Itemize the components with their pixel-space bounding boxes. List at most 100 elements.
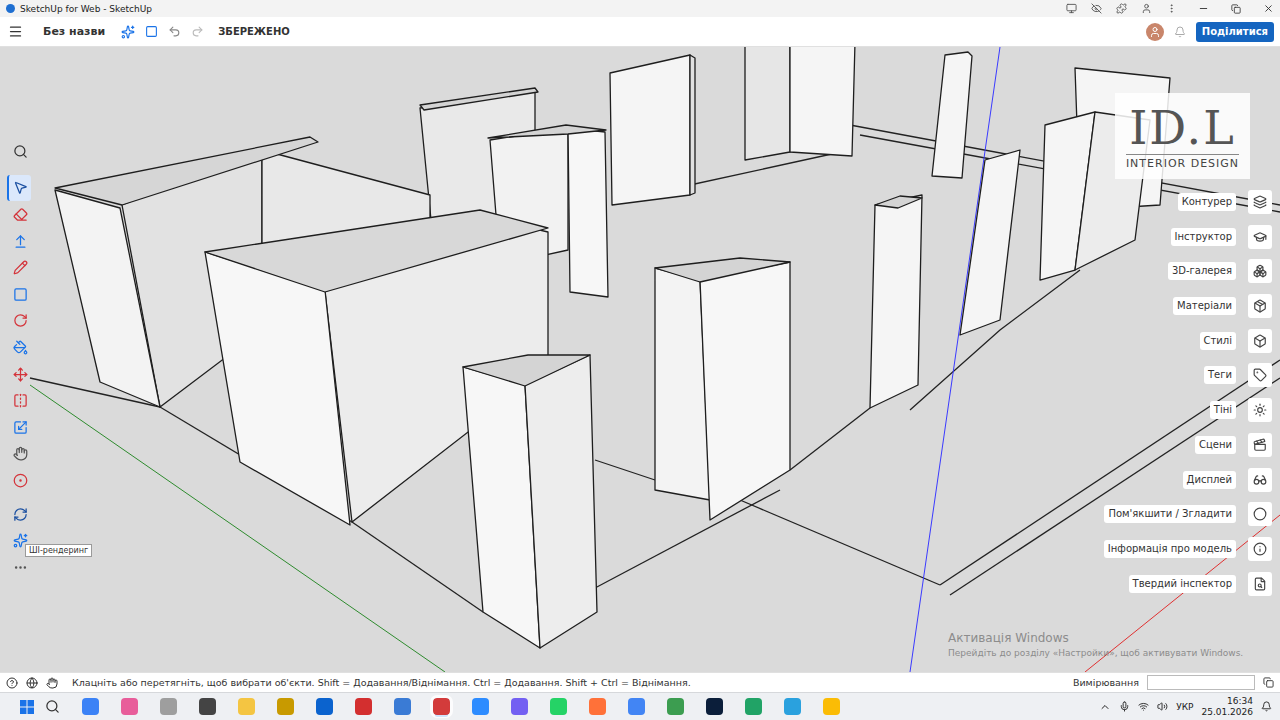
notification-icon[interactable] xyxy=(1174,26,1186,38)
panel-button[interactable] xyxy=(1248,259,1272,283)
taskbar-app-icon[interactable] xyxy=(316,698,333,715)
profile-icon[interactable] xyxy=(1141,3,1152,14)
panel-button[interactable] xyxy=(1248,294,1272,318)
taskbar-app-icon[interactable] xyxy=(277,698,294,715)
wall-face[interactable] xyxy=(205,252,350,525)
taskbar-app-icon[interactable] xyxy=(121,698,138,715)
puzzle-icon[interactable] xyxy=(1116,3,1127,14)
panel-label[interactable]: Сцени xyxy=(1195,436,1236,454)
clock[interactable]: 16:3425.01.2026 xyxy=(1201,696,1253,718)
wall-face[interactable] xyxy=(55,190,160,407)
tool-button[interactable] xyxy=(7,334,31,361)
wall-face[interactable] xyxy=(700,262,790,520)
taskbar-app-icon[interactable] xyxy=(355,698,372,715)
panel-item[interactable]: Сцени xyxy=(1195,433,1272,457)
panel-label[interactable]: Контурер xyxy=(1178,193,1236,211)
panel-item[interactable]: Теги xyxy=(1204,363,1272,387)
menu-dots-icon[interactable] xyxy=(1166,3,1177,14)
windows-start-icon[interactable] xyxy=(20,700,34,714)
hamburger-icon[interactable] xyxy=(8,24,23,39)
panel-label[interactable]: Стилі xyxy=(1200,332,1236,350)
undo-icon[interactable] xyxy=(168,25,181,38)
help-icon[interactable] xyxy=(6,677,18,689)
file-name[interactable]: Без назви xyxy=(43,25,105,38)
redo-icon[interactable] xyxy=(191,25,204,38)
tool-button[interactable] xyxy=(7,201,31,228)
panel-label[interactable]: Інформація про модель xyxy=(1104,540,1236,558)
panel-label[interactable]: Тіні xyxy=(1210,401,1236,419)
taskbar-app-icon[interactable] xyxy=(160,698,177,715)
taskbar-app-icon[interactable] xyxy=(589,698,606,715)
expand-icon[interactable] xyxy=(1263,677,1274,688)
panel-label[interactable]: 3D-галерея xyxy=(1168,262,1236,280)
minimize-icon[interactable] xyxy=(1198,3,1209,14)
tool-button[interactable] xyxy=(7,175,31,202)
view-icon[interactable] xyxy=(145,25,158,38)
panel-label[interactable]: Інструктор xyxy=(1171,228,1236,246)
taskbar-app-icon[interactable] xyxy=(823,698,840,715)
tool-button[interactable] xyxy=(7,554,31,581)
wall-face[interactable] xyxy=(745,47,790,160)
panel-label[interactable]: Матеріали xyxy=(1173,297,1236,315)
taskbar-app-icon[interactable] xyxy=(784,698,801,715)
language-indicator[interactable]: УКР xyxy=(1176,702,1193,712)
panel-button[interactable] xyxy=(1248,329,1272,353)
taskbar-app-icon[interactable] xyxy=(745,698,762,715)
tool-button[interactable] xyxy=(7,414,31,441)
tool-button[interactable] xyxy=(7,361,31,388)
cast-icon[interactable] xyxy=(1066,3,1077,14)
mic-icon[interactable] xyxy=(1119,701,1130,712)
wall-face[interactable] xyxy=(610,55,690,205)
wall-face[interactable] xyxy=(932,52,972,178)
panel-item[interactable]: Інформація про модель xyxy=(1104,537,1272,561)
panel-button[interactable] xyxy=(1248,398,1272,422)
panel-button[interactable] xyxy=(1248,225,1272,249)
tool-button[interactable] xyxy=(7,467,31,494)
wall-face[interactable] xyxy=(790,47,855,156)
wall-face[interactable] xyxy=(55,137,318,205)
search-icon[interactable] xyxy=(45,699,60,714)
wall-face[interactable] xyxy=(655,258,790,282)
panel-label[interactable]: Теги xyxy=(1204,366,1236,384)
tool-button[interactable]: ШІ-рендеринг xyxy=(7,527,31,554)
wall-face[interactable] xyxy=(420,88,538,110)
taskbar-app-icon[interactable] xyxy=(628,698,645,715)
wall-face[interactable] xyxy=(690,55,695,195)
panel-item[interactable]: Контурер xyxy=(1178,190,1272,214)
taskbar-app-icon[interactable] xyxy=(394,698,411,715)
taskbar-app-icon[interactable] xyxy=(472,698,489,715)
tool-button[interactable] xyxy=(7,228,31,255)
taskbar-app-icon[interactable] xyxy=(82,698,99,715)
wifi-icon[interactable] xyxy=(1138,701,1149,712)
panel-item[interactable]: Стилі xyxy=(1200,329,1272,353)
panel-button[interactable] xyxy=(1248,433,1272,457)
wall-face[interactable] xyxy=(488,125,606,138)
wall-face[interactable] xyxy=(205,210,548,292)
eye-off-icon[interactable] xyxy=(1091,3,1102,14)
tool-button[interactable] xyxy=(7,387,31,414)
sparkles-icon[interactable] xyxy=(121,25,135,39)
panel-item[interactable]: Тіні xyxy=(1210,398,1272,422)
measurements-input[interactable] xyxy=(1147,675,1255,690)
panel-label[interactable]: Дисплей xyxy=(1183,471,1236,489)
hand-icon[interactable] xyxy=(46,677,58,689)
tool-button[interactable] xyxy=(7,308,31,335)
panel-item[interactable]: Пом'якшити / Згладити xyxy=(1104,502,1272,526)
wall-face[interactable] xyxy=(875,196,922,208)
notifications-icon[interactable] xyxy=(1261,701,1272,712)
panel-item[interactable]: Твердий інспектор xyxy=(1129,572,1272,596)
avatar[interactable] xyxy=(1146,23,1164,41)
taskbar-app-icon[interactable] xyxy=(667,698,684,715)
taskbar-app-icon[interactable] xyxy=(511,698,528,715)
chevron-up-icon[interactable] xyxy=(1099,701,1111,713)
panel-label[interactable]: Пом'якшити / Згладити xyxy=(1104,505,1236,523)
panel-button[interactable] xyxy=(1248,363,1272,387)
taskbar-app-icon[interactable] xyxy=(550,698,567,715)
taskbar-app-icon[interactable] xyxy=(199,698,216,715)
wall-face[interactable] xyxy=(525,355,597,648)
wall-face[interactable] xyxy=(463,355,590,386)
volume-icon[interactable] xyxy=(1157,701,1168,712)
panel-button[interactable] xyxy=(1248,190,1272,214)
wall-face[interactable] xyxy=(568,128,608,297)
tool-button[interactable] xyxy=(7,254,31,281)
